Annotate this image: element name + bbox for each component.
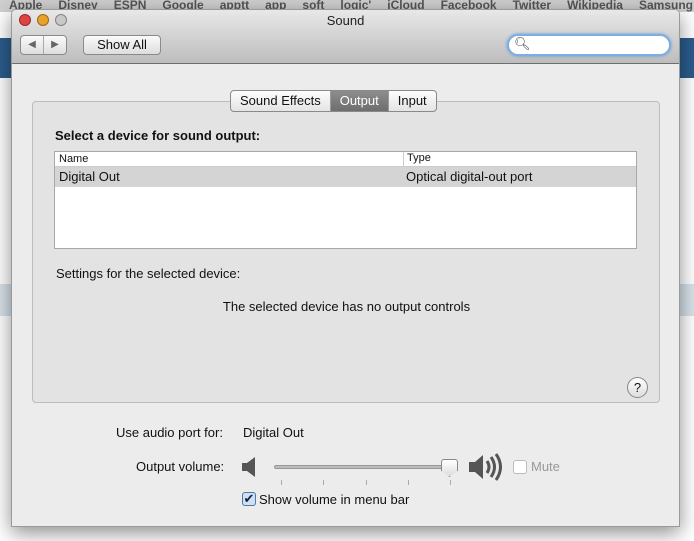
help-button[interactable]: ?	[627, 377, 648, 398]
audio-port-label: Use audio port for:	[116, 425, 223, 440]
title-bar: Sound ◀ ▶ Show All 🔍︎	[12, 10, 679, 64]
device-heading: Select a device for sound output:	[55, 128, 261, 143]
no-controls-message: The selected device has no output contro…	[222, 299, 471, 314]
tab-input[interactable]: Input	[389, 91, 436, 111]
speaker-low-icon	[242, 457, 255, 477]
slider-tick	[450, 480, 451, 485]
output-volume-slider[interactable]	[274, 465, 450, 469]
device-table: Name Type Digital Out Optical digital-ou…	[54, 151, 637, 249]
chevron-left-icon[interactable]: ◀	[21, 36, 44, 54]
volume-slider-thumb[interactable]	[441, 459, 458, 477]
slider-tick	[281, 480, 282, 485]
window-title: Sound	[326, 13, 365, 28]
tab-bar: Sound Effects Output Input	[230, 90, 437, 112]
search-input[interactable]: 🔍︎	[507, 34, 671, 56]
tab-output[interactable]: Output	[330, 91, 389, 111]
sound-preferences-window: Sound ◀ ▶ Show All 🔍︎ Sound Effects Outp…	[11, 9, 680, 527]
column-header-type[interactable]: Type	[403, 152, 431, 166]
output-panel	[32, 101, 660, 403]
slider-tick	[323, 480, 324, 485]
chevron-right-icon[interactable]: ▶	[44, 36, 66, 54]
slider-tick	[366, 480, 367, 485]
device-name: Digital Out	[59, 169, 120, 184]
output-volume-label: Output volume:	[136, 459, 225, 474]
show-volume-checkbox[interactable]: ✔	[242, 492, 256, 506]
search-icon: 🔍︎	[514, 36, 531, 51]
device-type: Optical digital-out port	[406, 169, 533, 184]
audio-port-value: Digital Out	[243, 425, 304, 440]
speaker-high-icon	[469, 453, 502, 481]
slider-tick	[408, 480, 409, 485]
mute-label: Mute	[531, 459, 560, 474]
table-row[interactable]: Digital Out Optical digital-out port	[55, 167, 636, 187]
settings-label: Settings for the selected device:	[56, 266, 241, 281]
tab-sound-effects[interactable]: Sound Effects	[231, 91, 331, 111]
column-header-name[interactable]: Name	[59, 153, 88, 165]
table-header: Name Type	[55, 152, 636, 167]
back-forward-control: ◀ ▶	[20, 35, 67, 55]
show-volume-label: Show volume in menu bar	[259, 492, 410, 507]
mute-checkbox[interactable]	[513, 460, 527, 474]
show-all-button[interactable]: Show All	[83, 35, 161, 55]
